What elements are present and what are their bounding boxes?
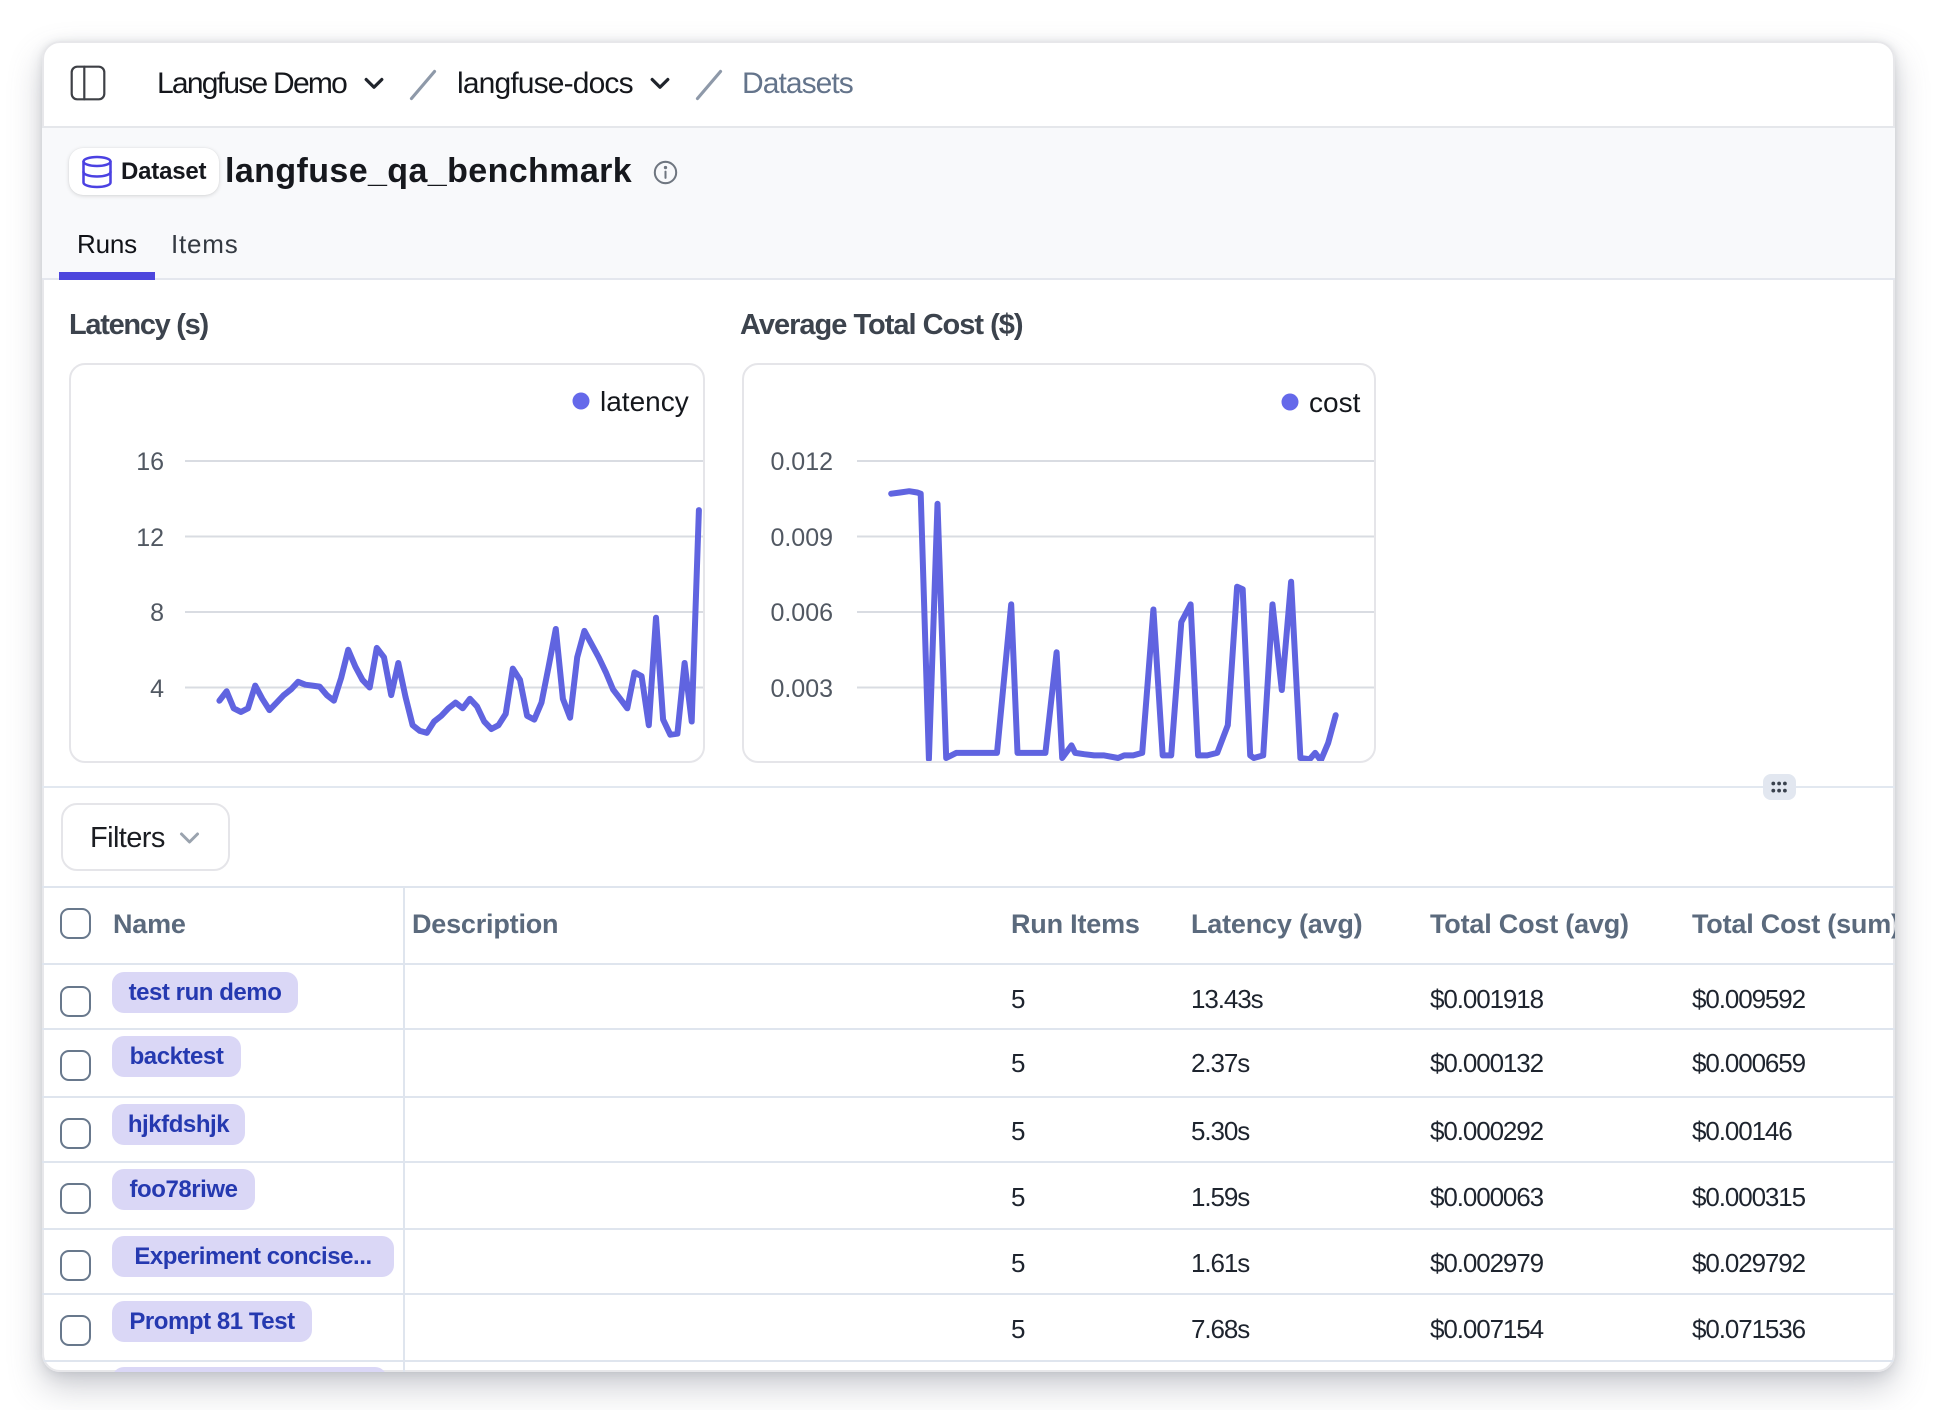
svg-text:8: 8 <box>150 599 164 627</box>
svg-text:latency: latency <box>600 386 689 417</box>
svg-text:4: 4 <box>150 675 164 703</box>
svg-text:0.006: 0.006 <box>770 599 833 627</box>
svg-text:0.009: 0.009 <box>770 524 833 552</box>
svg-text:16: 16 <box>136 448 164 476</box>
svg-text:cost: cost <box>1309 387 1361 418</box>
svg-text:12: 12 <box>136 524 164 552</box>
svg-text:0.003: 0.003 <box>770 675 833 703</box>
svg-text:0.012: 0.012 <box>770 448 833 476</box>
